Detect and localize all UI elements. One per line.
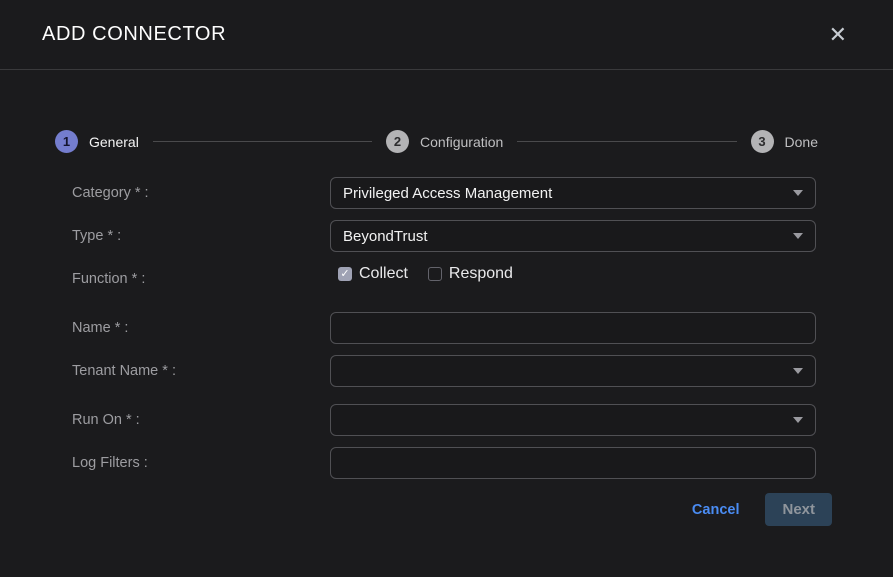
modal-body: 1 General 2 Configuration 3 Done Categor… [0,70,893,577]
add-connector-modal: ADD CONNECTOR ✕ 1 General 2 Configuratio… [0,0,893,577]
step-number-badge: 1 [55,130,78,153]
category-label: Category * : [72,185,330,201]
caret-down-icon [793,417,803,423]
next-button[interactable]: Next [765,493,832,526]
step-label: Done [785,134,818,150]
type-select[interactable]: BeyondTrust [330,220,816,252]
step-label: General [89,134,139,150]
tenant-name-label: Tenant Name * : [72,363,330,379]
caret-down-icon [793,233,803,239]
cancel-button[interactable]: Cancel [692,502,740,518]
collect-checkbox[interactable]: ✓ Collect [338,265,408,283]
caret-down-icon [793,368,803,374]
step-general: 1 General [55,130,139,153]
category-select[interactable]: Privileged Access Management [330,177,816,209]
checkbox-unchecked-icon[interactable] [428,267,442,281]
form-row-name: Name * : [72,312,816,344]
name-label: Name * : [72,320,330,336]
form-row-log-filters: Log Filters : [72,447,816,479]
function-checkbox-group: ✓ Collect Respond [330,265,816,283]
run-on-label: Run On * : [72,412,330,428]
step-label: Configuration [420,134,503,150]
log-filters-input[interactable] [330,447,816,479]
checkbox-checked-icon[interactable]: ✓ [338,267,352,281]
step-configuration: 2 Configuration [386,130,503,153]
caret-down-icon [793,190,803,196]
step-connector-line [517,141,736,142]
modal-title: ADD CONNECTOR [42,23,226,46]
form-row-type: Type * : BeyondTrust [72,220,816,252]
modal-footer: Cancel Next [0,493,893,526]
collect-checkbox-label: Collect [359,265,408,283]
modal-header: ADD CONNECTOR ✕ [0,0,893,70]
close-icon[interactable]: ✕ [825,22,851,48]
name-input[interactable] [330,312,816,344]
wizard-stepper: 1 General 2 Configuration 3 Done [0,130,893,153]
log-filters-label: Log Filters : [72,455,330,471]
step-done: 3 Done [751,130,818,153]
category-select-value: Privileged Access Management [343,185,785,202]
type-select-value: BeyondTrust [343,228,785,245]
step-number-badge: 2 [386,130,409,153]
tenant-name-select[interactable] [330,355,816,387]
form-row-tenant-name: Tenant Name * : [72,355,816,387]
step-connector-line [153,141,372,142]
form-row-run-on: Run On * : [72,404,816,436]
respond-checkbox-label: Respond [449,265,513,283]
step-number-badge: 3 [751,130,774,153]
function-label: Function * : [72,271,330,287]
connector-form: Category * : Privileged Access Managemen… [0,177,893,479]
form-row-function: Function * : ✓ Collect Respond [72,263,816,295]
form-row-category: Category * : Privileged Access Managemen… [72,177,816,209]
type-label: Type * : [72,228,330,244]
respond-checkbox[interactable]: Respond [428,265,513,283]
run-on-select[interactable] [330,404,816,436]
